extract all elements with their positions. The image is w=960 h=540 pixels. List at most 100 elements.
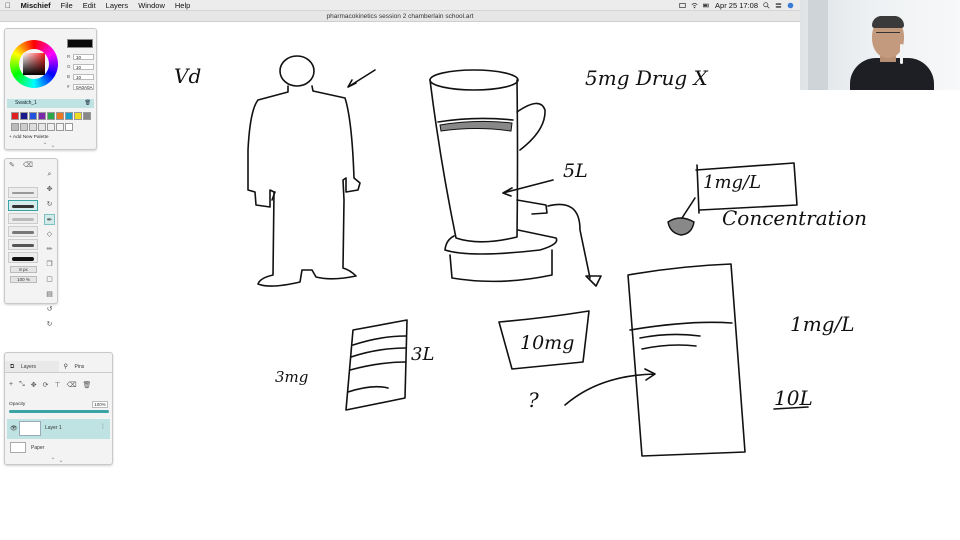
wifi-icon[interactable] <box>691 2 698 9</box>
battery-icon[interactable] <box>703 2 710 9</box>
color-swatch[interactable] <box>74 112 82 120</box>
color-swatch[interactable] <box>20 122 28 131</box>
blue-field[interactable]: 10 <box>73 73 94 80</box>
current-color-swatch[interactable] <box>67 39 93 48</box>
layer-copy-icon[interactable]: ❐ <box>44 259 55 270</box>
paper-thumbnail <box>10 442 26 453</box>
swatch-grid <box>11 112 91 132</box>
layer-options-icon[interactable]: ⋮ <box>100 423 106 430</box>
brush-preset-2[interactable] <box>8 200 38 211</box>
hex-row: # 0A0A0A <box>67 83 94 90</box>
layer-toolbar: + ⤡ ✥ ⟳ ⊤ ⌫ 🗑 <box>9 381 91 389</box>
color-swatch[interactable] <box>65 122 73 131</box>
move-layer-icon[interactable]: ✥ <box>31 381 37 389</box>
tool-column: ⌕ ✥ ↻ ✒ ◇ ✏ ❐ ▢ ▤ ↺ ↻ <box>44 169 56 334</box>
chevron-icon[interactable]: ⌃⌄ <box>42 142 58 149</box>
move-tool-icon[interactable]: ✥ <box>44 184 55 195</box>
chevron-icon[interactable]: ⌃⌄ <box>50 457 66 464</box>
color-swatch[interactable] <box>29 122 37 131</box>
window-title: pharmacokinetics session 2 chamberlain s… <box>326 13 474 20</box>
transform-icon[interactable]: ⟳ <box>43 381 49 389</box>
label-drug-x: 5mg Drug X <box>585 66 708 90</box>
color-swatch[interactable] <box>38 122 46 131</box>
align-icon[interactable]: ⊤ <box>54 381 60 389</box>
app-menu[interactable]: Mischief <box>16 0 56 11</box>
green-field[interactable]: 10 <box>73 63 94 70</box>
pencil-icon[interactable]: ✏ <box>44 244 55 255</box>
tab-pins[interactable]: ⚲ Pins <box>58 361 112 373</box>
label-question: ? <box>528 388 539 412</box>
brush-preset-6[interactable] <box>8 252 38 263</box>
visibility-icon[interactable]: 👁 <box>10 425 18 432</box>
clear-layer-icon[interactable]: ⌫ <box>67 381 77 389</box>
brush-preset-1[interactable] <box>8 187 38 198</box>
color-swatch[interactable] <box>11 122 19 131</box>
color-swatch[interactable] <box>56 122 64 131</box>
label-vd: Vd <box>174 64 202 88</box>
search-icon[interactable] <box>763 1 770 9</box>
color-swatch[interactable] <box>47 122 55 131</box>
color-swatch[interactable] <box>11 112 19 120</box>
paper-row[interactable]: Paper <box>7 441 110 455</box>
red-field[interactable]: 10 <box>73 53 94 60</box>
redo-icon[interactable]: ↻ <box>44 319 55 330</box>
brush-preset-3[interactable] <box>8 213 38 224</box>
pen-tool-icon[interactable]: ✒ <box>44 214 55 225</box>
swatch-palette-header[interactable]: Swatch_1 🗑 <box>7 99 94 108</box>
color-swatch[interactable] <box>56 112 64 120</box>
apple-menu-icon[interactable]:  <box>0 0 16 11</box>
opacity-field[interactable]: 100% <box>92 401 108 408</box>
menu-window[interactable]: Window <box>133 0 170 11</box>
blue-row: B 10 <box>67 73 94 80</box>
brush-preset-4[interactable] <box>8 226 38 237</box>
undo-icon[interactable]: ↺ <box>44 304 55 315</box>
menu-file[interactable]: File <box>56 0 78 11</box>
window-title-bar: pharmacokinetics session 2 chamberlain s… <box>0 11 800 22</box>
saturation-square[interactable] <box>23 53 45 75</box>
layers-icon: ⧉ <box>10 364 15 370</box>
brush-tool-icon[interactable]: ✎ <box>9 161 15 169</box>
color-swatch[interactable] <box>20 112 28 120</box>
color-swatch[interactable] <box>38 112 46 120</box>
brush-size-field[interactable]: 8 px <box>10 266 37 273</box>
color-swatch[interactable] <box>83 112 91 120</box>
eraser-tool-icon[interactable]: ⌫ <box>23 161 33 169</box>
label-1mg-per-l: 1mg/L <box>703 172 762 193</box>
control-center-icon[interactable] <box>775 2 782 9</box>
menu-help[interactable]: Help <box>170 0 195 11</box>
tab-layers[interactable]: ⧉ Layers <box>5 361 59 373</box>
earbud-icon <box>900 44 903 64</box>
add-palette-button[interactable]: + Add New Palette <box>9 135 49 140</box>
layer-name: Layer 1 <box>45 425 62 431</box>
select-icon[interactable]: ▢ <box>44 274 55 285</box>
label-3l: 3L <box>411 344 435 365</box>
label-concentration: Concentration <box>722 206 868 230</box>
zoom-tool-icon[interactable]: ⌕ <box>44 169 55 180</box>
layer-row[interactable]: 👁 Layer 1 ⋮ <box>7 419 110 439</box>
menu-layers[interactable]: Layers <box>101 0 134 11</box>
color-swatch[interactable] <box>65 112 73 120</box>
rotate-tool-icon[interactable]: ↻ <box>44 199 55 210</box>
color-swatch[interactable] <box>29 112 37 120</box>
color-wheel[interactable] <box>10 40 58 88</box>
menu-edit[interactable]: Edit <box>78 0 101 11</box>
hex-field[interactable]: 0A0A0A <box>73 83 94 90</box>
siri-icon[interactable] <box>787 2 794 9</box>
color-swatch[interactable] <box>47 112 55 120</box>
pin-icon: ⚲ <box>63 364 68 370</box>
clock[interactable]: Apr 25 17:08 <box>715 1 758 10</box>
zoom-field[interactable]: 100 % <box>10 276 37 283</box>
brush-preset-5[interactable] <box>8 239 38 250</box>
tools-panel: ✎ ⌫ 8 px 100 % ⌕ ✥ ↻ ✒ ◇ ✏ ❐ ▢ ▤ ↺ ↻ <box>4 158 58 328</box>
collapse-icon[interactable]: ⤡ <box>19 381 25 389</box>
trash-icon[interactable]: 🗑 <box>85 99 91 108</box>
import-icon[interactable]: ▤ <box>44 289 55 300</box>
delete-layer-icon[interactable]: 🗑 <box>82 381 91 389</box>
opacity-slider[interactable] <box>9 410 109 413</box>
layer-thumbnail <box>19 421 41 436</box>
green-row: G 10 <box>67 63 94 70</box>
eraser-icon[interactable]: ◇ <box>44 229 55 240</box>
add-layer-icon[interactable]: + <box>9 381 13 389</box>
cast-icon[interactable] <box>679 2 686 9</box>
drawing-canvas[interactable] <box>0 23 800 540</box>
